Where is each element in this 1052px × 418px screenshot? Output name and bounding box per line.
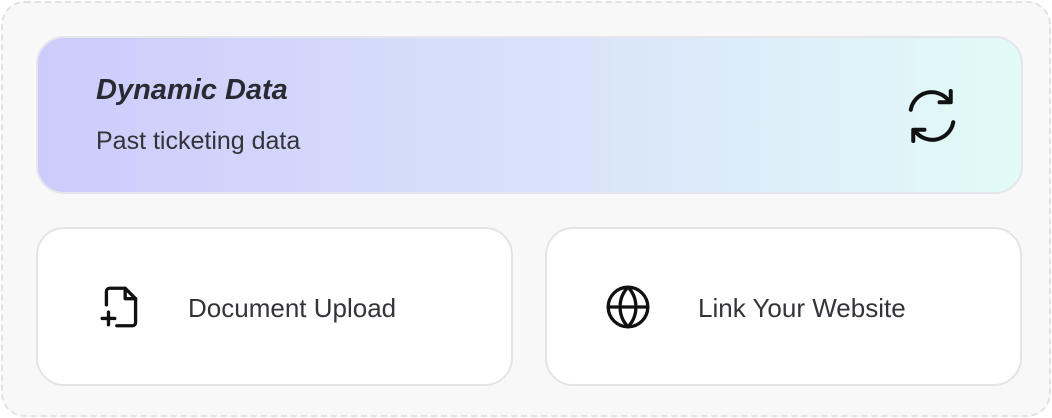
data-source-panel: Dynamic Data Past ticketing data Documen… [1, 1, 1051, 417]
document-upload-card[interactable]: Document Upload [36, 227, 513, 386]
refresh-icon [908, 89, 956, 143]
dynamic-data-subtitle: Past ticketing data [96, 127, 301, 155]
file-plus-icon [100, 286, 138, 328]
link-website-label: Link Your Website [698, 293, 906, 323]
link-website-card[interactable]: Link Your Website [545, 227, 1022, 386]
dynamic-data-title: Dynamic Data [96, 74, 288, 106]
document-upload-label: Document Upload [188, 293, 397, 323]
globe-icon [606, 285, 650, 329]
dynamic-data-card[interactable]: Dynamic Data Past ticketing data [36, 36, 1023, 194]
